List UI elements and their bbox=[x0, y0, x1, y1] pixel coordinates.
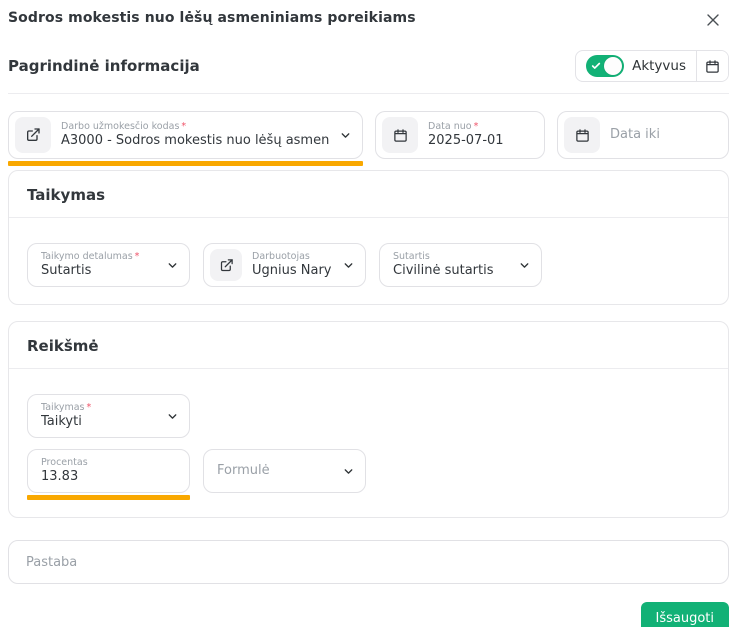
toggle-knob[interactable] bbox=[604, 57, 623, 75]
salary-code-field-text: Darbo užmokesčio kodas * A3000 - Sodros m… bbox=[61, 121, 329, 149]
reiksme-section-title: Reikšmė bbox=[9, 322, 728, 369]
date-from-field-wrap: Data nuo * 2025-07-01 bbox=[375, 111, 545, 166]
chevron-down-icon bbox=[342, 465, 355, 478]
dialog: Sodros mokestis nuo lėšų asmeniniams por… bbox=[0, 0, 737, 627]
reiksme-second-row: Procentas 13.83 Formulė bbox=[27, 449, 710, 500]
calendar-icon[interactable] bbox=[382, 117, 418, 153]
darbuotojas-value: Ugnius Narys bbox=[252, 262, 332, 278]
dialog-footer: Išsaugoti bbox=[8, 602, 729, 627]
formule-placeholder: Formulė bbox=[217, 462, 270, 478]
date-from-field-text: Data nuo * 2025-07-01 bbox=[428, 121, 534, 149]
dialog-titlebar: Sodros mokestis nuo lėšų asmeniniams por… bbox=[8, 0, 729, 28]
procentas-accent-underline bbox=[27, 495, 190, 500]
chevron-down-icon bbox=[342, 259, 355, 272]
chevron-down-icon bbox=[166, 259, 179, 272]
formule-text: Formulė bbox=[217, 463, 332, 479]
date-to-field-wrap: Data iki bbox=[557, 111, 729, 166]
taikymas-value: Taikyti bbox=[41, 413, 82, 429]
salary-code-select[interactable]: Darbo užmokesčio kodas * A3000 - Sodros m… bbox=[8, 111, 363, 159]
salary-code-field-wrap: Darbo užmokesčio kodas * A3000 - Sodros m… bbox=[8, 111, 363, 166]
taikymo-detalumas-select[interactable]: Taikymo detalumas * Sutartis bbox=[27, 243, 190, 287]
page-title: Pagrindinė informacija bbox=[8, 57, 200, 75]
darbuotojas-label: Darbuotojas bbox=[252, 250, 310, 262]
required-marker: * bbox=[86, 401, 92, 413]
taikymo-detalumas-text: Taikymo detalumas * Sutartis bbox=[41, 251, 156, 279]
date-from-label: Data nuo * bbox=[428, 120, 479, 132]
history-calendar-button[interactable] bbox=[696, 51, 728, 81]
date-to-placeholder: Data iki bbox=[610, 126, 660, 142]
chevron-down-icon bbox=[518, 259, 531, 272]
procentas-input[interactable]: Procentas 13.83 bbox=[27, 449, 190, 493]
taikymas-select[interactable]: Taikymas * Taikyti bbox=[27, 394, 190, 438]
procentas-label: Procentas bbox=[41, 456, 88, 468]
check-icon bbox=[591, 61, 601, 71]
darbuotojas-text: Darbuotojas Ugnius Narys bbox=[252, 251, 332, 279]
taikymas-fields-row: Taikymo detalumas * Sutartis Darbuotojas… bbox=[27, 243, 710, 287]
close-button[interactable] bbox=[705, 12, 721, 28]
darbuotojas-select[interactable]: Darbuotojas Ugnius Narys bbox=[203, 243, 366, 287]
procentas-value: 13.83 bbox=[41, 468, 79, 484]
formule-select[interactable]: Formulė bbox=[203, 449, 366, 493]
external-link-icon[interactable] bbox=[15, 117, 51, 153]
reiksme-section-card: Reikšmė Taikymas * Taikyti Procentas 13.8… bbox=[8, 321, 729, 518]
calendar-icon[interactable] bbox=[564, 117, 600, 153]
taikymas-section-card: Taikymas Taikymo detalumas * Sutartis Da… bbox=[8, 170, 729, 305]
date-to-picker[interactable]: Data iki bbox=[557, 111, 729, 159]
taikymo-detalumas-label: Taikymo detalumas * bbox=[41, 250, 140, 262]
header-divider bbox=[8, 93, 729, 94]
note-field-wrap bbox=[8, 540, 729, 584]
calendar-icon bbox=[705, 59, 720, 74]
required-marker: * bbox=[134, 250, 140, 262]
close-icon bbox=[707, 14, 719, 26]
save-button[interactable]: Išsaugoti bbox=[640, 602, 729, 627]
salary-code-accent-underline bbox=[8, 161, 363, 166]
taikymas-label: Taikymas * bbox=[41, 401, 92, 413]
procentas-field-wrap: Procentas 13.83 bbox=[27, 449, 190, 500]
required-marker: * bbox=[181, 120, 187, 132]
sutartis-text: Sutartis Civilinė sutartis bbox=[393, 251, 508, 279]
external-link-icon[interactable] bbox=[210, 249, 242, 281]
chevron-down-icon bbox=[339, 129, 352, 142]
salary-code-value: A3000 - Sodros mokestis nuo lėšų asmenin… bbox=[61, 132, 329, 148]
reiksme-section-body: Taikymas * Taikyti Procentas 13.83 Formu… bbox=[9, 369, 728, 517]
date-from-picker[interactable]: Data nuo * 2025-07-01 bbox=[375, 111, 545, 159]
taikymas-section-body: Taikymo detalumas * Sutartis Darbuotojas… bbox=[9, 218, 728, 304]
salary-code-label: Darbo užmokesčio kodas * bbox=[61, 120, 187, 132]
date-from-value: 2025-07-01 bbox=[428, 132, 504, 148]
active-toggle-group: Aktyvus bbox=[575, 50, 729, 82]
taikymas-section-title: Taikymas bbox=[9, 171, 728, 218]
date-to-field-text: Data iki bbox=[610, 127, 718, 143]
main-section-header: Pagrindinė informacija Aktyvus bbox=[8, 50, 729, 82]
dialog-title: Sodros mokestis nuo lėšų asmeniniams por… bbox=[8, 10, 416, 26]
sutartis-select[interactable]: Sutartis Civilinė sutartis bbox=[379, 243, 542, 287]
taikymo-detalumas-value: Sutartis bbox=[41, 262, 92, 278]
sutartis-value: Civilinė sutartis bbox=[393, 262, 494, 278]
chevron-down-icon bbox=[166, 410, 179, 423]
active-toggle-label: Aktyvus bbox=[632, 58, 686, 74]
procentas-text: Procentas 13.83 bbox=[41, 457, 179, 485]
taikymas-text: Taikymas * Taikyti bbox=[41, 402, 156, 430]
sutartis-label: Sutartis bbox=[393, 250, 430, 262]
active-toggle-segment[interactable]: Aktyvus bbox=[576, 51, 696, 81]
main-fields-row: Darbo užmokesčio kodas * A3000 - Sodros m… bbox=[8, 111, 729, 166]
active-toggle[interactable] bbox=[586, 55, 625, 77]
note-input[interactable] bbox=[8, 540, 729, 584]
required-marker: * bbox=[473, 120, 479, 132]
